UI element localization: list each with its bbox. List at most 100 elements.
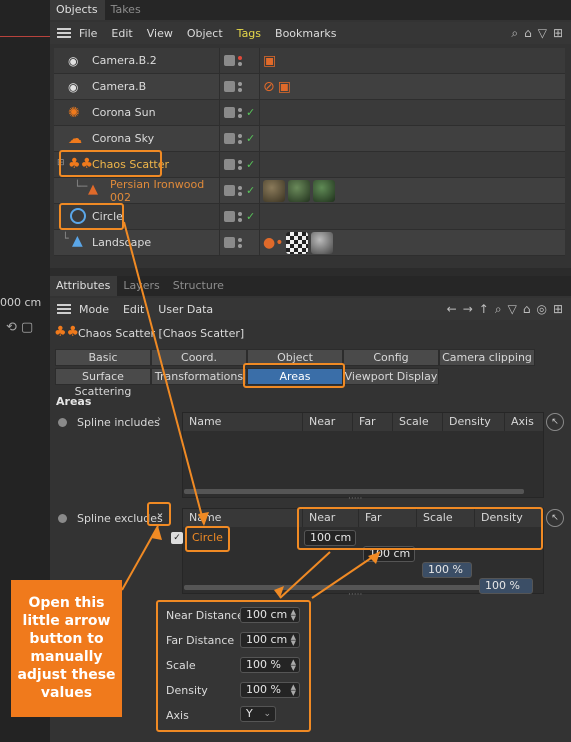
search-icon[interactable]: ⌕ (511, 26, 518, 41)
tab-transformations[interactable]: Transformations (151, 368, 247, 385)
animate-dot-icon[interactable] (58, 418, 67, 427)
forward-arrow-icon[interactable]: → (463, 302, 473, 317)
back-arrow-icon[interactable]: ← (447, 302, 457, 317)
checker-tag-icon[interactable] (286, 231, 309, 254)
render-dots[interactable] (238, 55, 243, 66)
search-icon[interactable]: ⌕ (495, 302, 502, 317)
hamburger-icon[interactable] (57, 304, 71, 314)
menu-tags[interactable]: Tags (237, 27, 261, 40)
tab-takes[interactable]: Takes (105, 0, 148, 20)
enabled-check-icon[interactable]: ✓ (246, 210, 255, 223)
spinner-icon[interactable]: ▲ ▼ (291, 684, 296, 697)
collapse-icon[interactable]: ⊟ (57, 158, 65, 168)
menu-mode[interactable]: Mode (79, 303, 109, 316)
far-field[interactable]: 100 cm (363, 546, 415, 562)
dots-tag-icon[interactable]: ●• (263, 235, 283, 251)
material-tag-icon[interactable] (288, 179, 310, 202)
add-icon[interactable]: ⊞ (553, 26, 563, 41)
object-row-corona-sun[interactable]: ✺ Corona Sun ✓ (54, 99, 565, 126)
render-dots[interactable] (238, 185, 243, 196)
visibility-check[interactable] (224, 237, 235, 248)
pick-cursor-icon[interactable]: ↖ (546, 413, 564, 431)
up-arrow-icon[interactable]: ↑ (479, 302, 489, 317)
menu-file[interactable]: File (79, 27, 97, 40)
visibility-check[interactable] (224, 159, 235, 170)
axis-select[interactable]: Y ⌄ (240, 706, 276, 722)
scale-input[interactable]: 100 % ▲ ▼ (240, 657, 300, 673)
menu-bookmarks[interactable]: Bookmarks (275, 27, 336, 40)
tab-coord[interactable]: Coord. (151, 349, 247, 366)
home-icon[interactable]: ⌂ (524, 26, 532, 41)
object-row-chaos-scatter[interactable]: ⊟ ♣♣ Chaos Scatter ✓ (54, 151, 565, 178)
far-distance-input[interactable]: 100 cm ▲ ▼ (240, 632, 300, 648)
near-distance-input[interactable]: 100 cm ▲ ▼ (240, 607, 300, 623)
object-row-camera-b2[interactable]: ◉ Camera.B.2 ▣ (54, 47, 565, 74)
spinner-icon[interactable]: ▲ ▼ (291, 634, 296, 647)
render-dots[interactable] (238, 237, 243, 248)
camera-tag-icon[interactable]: ▣ (278, 79, 291, 95)
visibility-check[interactable] (224, 55, 235, 66)
tab-basic[interactable]: Basic (55, 349, 151, 366)
no-entry-icon[interactable]: ⊘ (263, 79, 275, 95)
density-field[interactable]: 100 % (479, 578, 533, 594)
menu-edit[interactable]: Edit (111, 27, 132, 40)
render-dots[interactable] (238, 133, 243, 144)
enabled-check-icon[interactable]: ✓ (246, 106, 255, 119)
pick-cursor-icon[interactable]: ↖ (546, 509, 564, 527)
object-row-persian-ironwood[interactable]: └─ ▲ Persian Ironwood 002 ✓ (54, 177, 565, 204)
object-row-corona-sky[interactable]: ☁ Corona Sky ✓ (54, 125, 565, 152)
scale-field[interactable]: 100 % (422, 562, 472, 578)
refresh-icon[interactable]: ⟲ ▢ (6, 320, 33, 335)
visibility-check[interactable] (224, 81, 235, 92)
tab-objects[interactable]: Objects (50, 0, 105, 20)
material-tag-icon[interactable] (311, 231, 334, 254)
render-dots[interactable] (238, 81, 243, 92)
menu-view[interactable]: View (147, 27, 173, 40)
menu-object[interactable]: Object (187, 27, 223, 40)
menu-user-data[interactable]: User Data (158, 303, 213, 316)
tab-config[interactable]: Config (343, 349, 439, 366)
tab-structure[interactable]: Structure (167, 276, 231, 296)
hamburger-icon[interactable] (57, 28, 71, 38)
tab-areas[interactable]: Areas (247, 368, 343, 385)
tab-layers[interactable]: Layers (117, 276, 166, 296)
target-icon[interactable]: ◎ (536, 302, 546, 317)
filter-icon[interactable]: ▽ (538, 26, 547, 41)
enabled-check-icon[interactable]: ✓ (246, 158, 255, 171)
material-tag-icon[interactable] (313, 179, 335, 202)
spinner-icon[interactable]: ▲ ▼ (291, 659, 296, 672)
resize-grip[interactable]: ····· (348, 590, 362, 600)
near-field[interactable]: 100 cm (304, 530, 356, 546)
visibility-check[interactable] (224, 185, 235, 196)
expand-arrow-icon[interactable]: › (157, 414, 161, 425)
camera-tag-icon[interactable]: ▣ (263, 53, 276, 69)
lock-icon[interactable]: ⌂ (523, 302, 531, 317)
visibility-check[interactable] (224, 133, 235, 144)
tab-surface-scattering[interactable]: Surface Scattering (55, 368, 151, 398)
object-row-camera-b[interactable]: ◉ Camera.B ⊘ ▣ (54, 73, 565, 100)
menu-edit[interactable]: Edit (123, 303, 144, 316)
material-tag-icon[interactable] (263, 179, 285, 202)
excluded-spline-name[interactable]: Circle (192, 531, 223, 544)
render-dots[interactable] (238, 159, 243, 170)
render-dots[interactable] (238, 211, 243, 222)
object-row-circle[interactable]: Circle ✓ (54, 203, 565, 230)
density-input[interactable]: 100 % ▲ ▼ (240, 682, 300, 698)
tab-attributes[interactable]: Attributes (50, 276, 118, 296)
spline-includes-list[interactable]: Name Near Far Scale Density Axis (182, 412, 544, 498)
tab-camera-clipping[interactable]: Camera clipping (439, 349, 535, 366)
animate-dot-icon[interactable] (58, 514, 67, 523)
object-row-landscape[interactable]: └ ▲ Landscape ●• (54, 229, 565, 256)
chevron-down-icon[interactable]: ⌄ (150, 504, 170, 524)
resize-grip[interactable]: ····· (348, 494, 362, 504)
visibility-check[interactable] (224, 211, 235, 222)
filter-icon[interactable]: ▽ (508, 302, 517, 317)
enable-checkbox[interactable]: ✓ (171, 532, 183, 544)
tab-viewport-display[interactable]: Viewport Display (343, 368, 439, 385)
spinner-icon[interactable]: ▲ ▼ (291, 609, 296, 622)
visibility-check[interactable] (224, 107, 235, 118)
enabled-check-icon[interactable]: ✓ (246, 184, 255, 197)
tab-object[interactable]: Object (247, 349, 343, 366)
enabled-check-icon[interactable]: ✓ (246, 132, 255, 145)
add-icon[interactable]: ⊞ (553, 302, 563, 317)
